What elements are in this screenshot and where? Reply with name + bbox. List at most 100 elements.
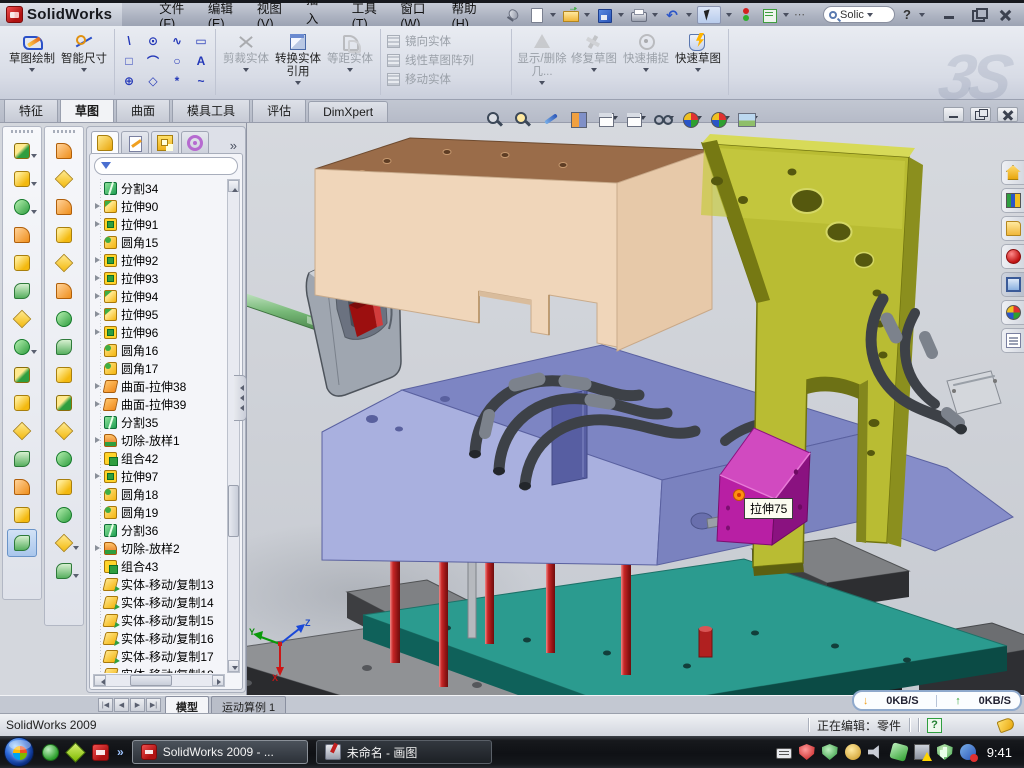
expand-arrow-icon[interactable] — [95, 275, 100, 281]
expand-arrow-icon[interactable] — [95, 257, 100, 263]
print-dropdown-icon[interactable] — [652, 13, 658, 20]
graphics-viewport[interactable] — [246, 123, 1024, 695]
headsup-button[interactable] — [653, 110, 674, 128]
task-pane-tab[interactable] — [1001, 328, 1024, 353]
headsup-button[interactable] — [737, 110, 758, 128]
toolbar-icon-button[interactable] — [7, 221, 37, 249]
sketch-entity-icon[interactable]: ◇ — [142, 72, 164, 90]
expand-arrow-icon[interactable] — [95, 203, 100, 209]
sketch-entity-icon[interactable]: ⊙ — [142, 32, 164, 50]
antivirus-icon[interactable] — [822, 744, 838, 760]
toolbar-icon-button[interactable] — [7, 445, 37, 473]
feature-tree-item[interactable]: 分割34 — [93, 179, 225, 197]
search-input[interactable]: Solic — [840, 9, 864, 21]
feature-tree-item[interactable]: 拉伸90 — [93, 197, 225, 215]
sketch-entity-icon[interactable]: □ — [118, 52, 140, 70]
help-dropdown-icon[interactable] — [919, 13, 925, 20]
select-cursor-icon[interactable] — [697, 6, 721, 24]
dropdown-icon[interactable] — [347, 68, 353, 75]
tab-feature-manager[interactable] — [91, 131, 119, 153]
toolbar-icon-button[interactable] — [49, 473, 79, 501]
toolbar-icon-button[interactable] — [7, 193, 37, 221]
task-pane-tab[interactable] — [1001, 160, 1024, 185]
toolbar-icon-button[interactable] — [7, 361, 37, 389]
health-shield-icon[interactable] — [937, 744, 953, 760]
expand-arrow-icon[interactable] — [95, 221, 100, 227]
feature-tree-item[interactable]: 圆角16 — [93, 341, 225, 359]
feature-tree-item[interactable]: 拉伸97 — [93, 467, 225, 485]
toolbar-icon-button[interactable] — [49, 389, 79, 417]
sketch-entity-icon[interactable]: A — [190, 52, 212, 70]
panel-overflow-chevron[interactable]: » — [226, 138, 241, 153]
options-dropdown-icon[interactable] — [783, 13, 789, 20]
sketch-entity-icon[interactable]: ~ — [190, 72, 212, 90]
feature-tree-item[interactable]: 拉伸91 — [93, 215, 225, 233]
task-pane-tab[interactable] — [1001, 244, 1024, 269]
feature-tree-item[interactable]: 实体-移动/复制15 — [93, 611, 225, 629]
toolbar-icon-button[interactable] — [49, 361, 79, 389]
status-lights-icon[interactable] — [737, 7, 755, 23]
feature-tree-item[interactable]: 曲面-拉伸38 — [93, 377, 225, 395]
feature-tree-item[interactable]: 圆角17 — [93, 359, 225, 377]
feature-tree-item[interactable]: 拉伸96 — [93, 323, 225, 341]
sketch-entity-icon[interactable]: ⌒ — [142, 52, 164, 70]
toolbar-icon-button[interactable] — [49, 557, 79, 585]
toolbar-icon-button[interactable] — [49, 445, 79, 473]
dropdown-icon[interactable] — [695, 68, 701, 75]
task-button[interactable]: SolidWorks 2009 - ... — [132, 740, 308, 764]
toolbar-icon-button[interactable] — [7, 277, 37, 305]
save-dropdown-icon[interactable] — [618, 13, 624, 20]
ribbon-button[interactable]: 修复草图 — [568, 30, 620, 75]
toolbar-icon-button[interactable] — [49, 305, 79, 333]
headsup-button[interactable] — [681, 110, 702, 128]
toolbar-icon-button[interactable] — [7, 137, 37, 165]
quick-launch-chevron[interactable]: » — [117, 745, 124, 759]
feature-tree-item[interactable]: 实体-移动/复制14 — [93, 593, 225, 611]
feature-tree-item[interactable]: 切除-放样1 — [93, 431, 225, 449]
ribbon-button[interactable]: 快速捕捉 — [620, 30, 672, 75]
toolbar-icon-button[interactable] — [7, 417, 37, 445]
expand-arrow-icon[interactable] — [95, 293, 100, 299]
toolbar-icon-button[interactable] — [49, 333, 79, 361]
toolbar-icon-button[interactable] — [49, 137, 79, 165]
toolbar-icon-button[interactable] — [49, 417, 79, 445]
headsup-button[interactable] — [709, 110, 730, 128]
ribbon-button[interactable]: 转换实体引用 — [272, 30, 324, 88]
new-dropdown-icon[interactable] — [550, 13, 556, 20]
flyout-arrow-icon[interactable] — [31, 182, 37, 189]
close-button[interactable] — [996, 8, 1016, 22]
ribbon-button[interactable]: 草图绘制 — [6, 30, 58, 75]
doc-restore-button[interactable] — [970, 107, 991, 122]
ribbon-button[interactable]: 快速草图 — [672, 30, 724, 75]
scroll-down-button[interactable] — [228, 660, 239, 672]
tree-filter-input[interactable] — [94, 157, 238, 175]
flyout-arrow-icon[interactable] — [31, 154, 37, 161]
flyout-arrow-icon[interactable] — [31, 350, 37, 357]
print-icon[interactable] — [629, 7, 647, 23]
tab-dimxpert-manager[interactable] — [181, 131, 209, 153]
dropdown-icon[interactable] — [295, 81, 301, 88]
feature-tree-item[interactable]: 组合42 — [93, 449, 225, 467]
select-dropdown-icon[interactable] — [726, 13, 732, 20]
toolbar-icon-button[interactable] — [7, 529, 37, 557]
feature-tree-item[interactable]: 拉伸93 — [93, 269, 225, 287]
3d-model-assembly[interactable] — [247, 123, 1024, 695]
solidworks-quick-launch-icon[interactable] — [92, 744, 109, 761]
toolbar-icon-button[interactable] — [7, 165, 37, 193]
expand-arrow-icon[interactable] — [95, 383, 100, 389]
feature-tree-item[interactable]: 实体-移动/复制18 — [93, 665, 225, 673]
toolbar-icon-button[interactable] — [49, 529, 79, 557]
toolbar-icon-button[interactable] — [7, 333, 37, 361]
feature-tree-item[interactable]: 拉伸94 — [93, 287, 225, 305]
scroll-up-button[interactable] — [228, 180, 239, 192]
command-tab[interactable]: 特征 — [4, 98, 58, 122]
sketch-entity-icon[interactable]: ∿ — [166, 32, 188, 50]
expand-arrow-icon[interactable] — [95, 311, 100, 317]
document-tab[interactable]: 运动算例 1 — [211, 696, 286, 713]
flyout-arrow-icon[interactable] — [31, 210, 37, 217]
scroll-thumb[interactable] — [130, 675, 172, 686]
feature-tree-item[interactable]: 分割35 — [93, 413, 225, 431]
messenger-quick-launch-icon[interactable] — [42, 744, 59, 761]
feature-tree-item[interactable]: 圆角19 — [93, 503, 225, 521]
tree-horizontal-scrollbar[interactable] — [93, 674, 225, 687]
